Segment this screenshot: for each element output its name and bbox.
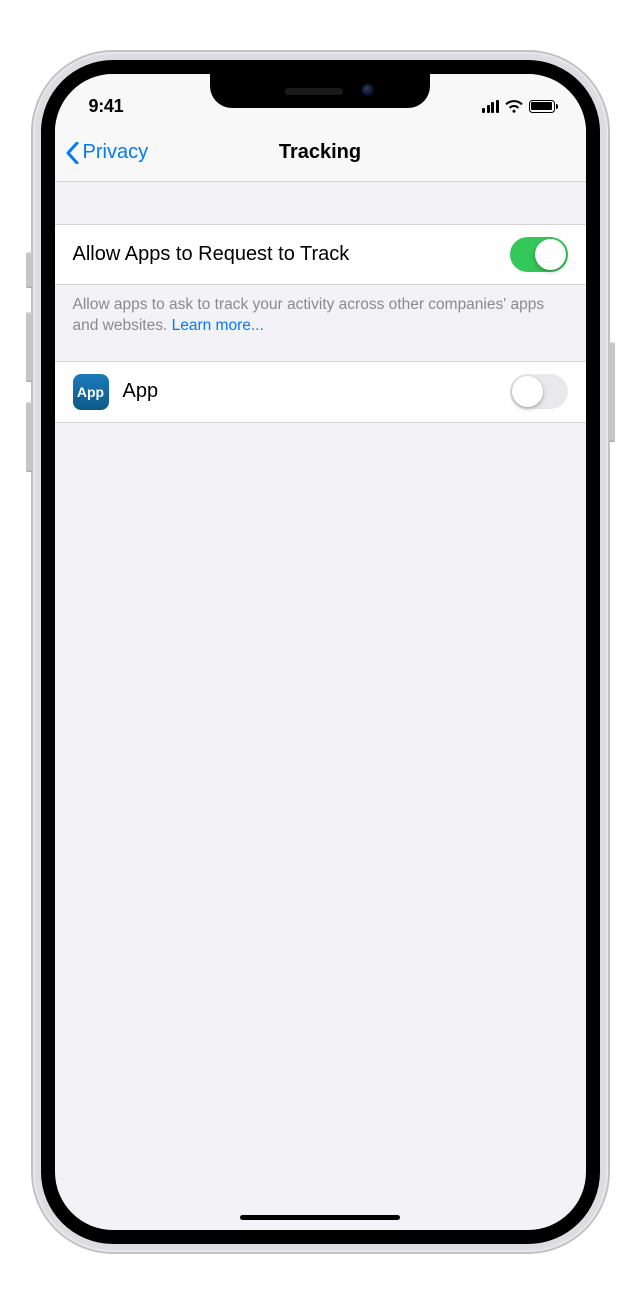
toggle-knob [535, 239, 566, 270]
app-tracking-toggle[interactable] [510, 374, 568, 409]
allow-tracking-label: Allow Apps to Request to Track [73, 243, 350, 266]
notch [210, 74, 430, 108]
screen: 9:41 Privacy [55, 74, 586, 1230]
app-tracking-row: App App [55, 361, 586, 423]
phone-frame: 9:41 Privacy [33, 52, 608, 1252]
cellular-signal-icon [482, 100, 499, 113]
volume-up-button [26, 312, 32, 382]
volume-down-button [26, 402, 32, 472]
page-title: Tracking [279, 141, 361, 164]
navigation-bar: Privacy Tracking [55, 124, 586, 182]
back-button[interactable]: Privacy [65, 141, 149, 164]
home-indicator[interactable] [240, 1215, 400, 1220]
chevron-left-icon [65, 142, 79, 164]
learn-more-link[interactable]: Learn more... [172, 317, 264, 334]
battery-icon [529, 100, 558, 113]
footer-text: Allow apps to ask to track your activity… [73, 296, 545, 334]
status-icons [482, 99, 558, 113]
content-area: Allow Apps to Request to Track Allow app… [55, 182, 586, 423]
app-name-label: App [123, 380, 159, 403]
back-label: Privacy [83, 141, 149, 164]
allow-tracking-toggle[interactable] [510, 237, 568, 272]
allow-apps-to-track-row: Allow Apps to Request to Track [55, 224, 586, 285]
wifi-icon [505, 99, 523, 113]
speaker-grill [285, 88, 343, 95]
app-icon: App [73, 374, 109, 410]
status-time: 9:41 [89, 96, 124, 117]
footer-explainer: Allow apps to ask to track your activity… [55, 285, 586, 361]
phone-bezel: 9:41 Privacy [41, 60, 600, 1244]
front-camera [362, 84, 374, 96]
toggle-knob [512, 376, 543, 407]
mute-switch [26, 252, 32, 288]
power-button [609, 342, 615, 442]
